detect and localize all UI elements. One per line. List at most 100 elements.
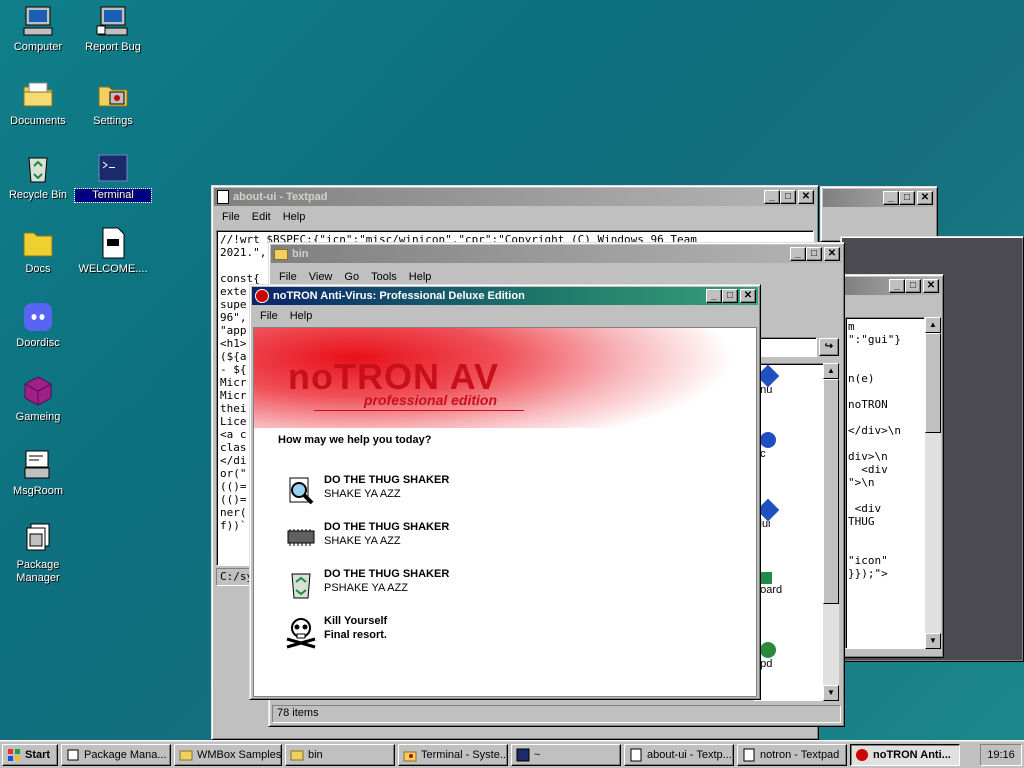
chip-icon [287,529,315,546]
recycle-bin-icon [21,152,55,186]
menu-help[interactable]: Help [403,271,438,283]
maximize-button[interactable]: □ [722,289,738,303]
scroll-down-button[interactable]: ▼ [823,685,839,701]
desktop-icon-docs[interactable]: Docs [0,226,76,276]
option-thug-shaker-1[interactable]: DO THE THUG SHAKER SHAKE YA AZZ [284,474,449,508]
minimize-button[interactable]: _ [764,190,780,204]
clock[interactable]: 19:16 [987,749,1015,761]
desktop-icon-recycle-bin[interactable]: Recycle Bin [0,152,76,202]
option-thug-shaker-2[interactable]: DO THE THUG SHAKER SHAKE YA AZZ [284,521,449,555]
desktop-icon-settings[interactable]: Settings [75,78,151,128]
scroll-thumb[interactable] [925,333,941,433]
desktop-icon-report-bug[interactable]: Report Bug [75,4,151,54]
file-list-area[interactable]: enu nc clui board upd [753,363,825,701]
window-titlebar[interactable]: bin _ □ ✕ [271,245,842,263]
close-button[interactable]: ✕ [824,247,840,261]
close-button[interactable]: ✕ [798,190,814,204]
maximize-button[interactable]: □ [899,191,915,205]
task-wmbox-samples[interactable]: WMBox Samples [174,743,282,766]
menu-file[interactable]: File [273,271,303,283]
option-text: DO THE THUG SHAKER SHAKE YA AZZ [324,474,449,500]
menu-tools[interactable]: Tools [365,271,403,283]
scroll-up-button[interactable]: ▲ [925,317,941,333]
maximize-button[interactable]: □ [806,247,822,261]
task-notron-textpad[interactable]: notron - Textpad [737,743,847,766]
desktop-icon-label: Settings [93,115,133,127]
start-button[interactable]: Start [2,743,58,766]
option-kill[interactable]: Kill Yourself Final resort. [284,615,387,649]
option-title: DO THE THUG SHAKER [324,568,450,580]
maximize-button[interactable]: □ [780,190,796,204]
menu-help[interactable]: Help [277,211,312,223]
desktop-icon-package-manager[interactable]: Package Manager [0,522,76,585]
go-button[interactable]: ↪ [819,338,839,356]
task-notron-av[interactable]: noTRON Anti... [850,743,960,766]
task-terminal-system[interactable]: Terminal - Syste... [398,743,508,766]
close-button[interactable]: ✕ [917,191,933,205]
window-title: noTRON Anti-Virus: Professional Deluxe E… [273,290,525,302]
stop-hand-icon [255,289,269,303]
edition-underline [314,410,524,411]
menu-edit[interactable]: Edit [246,211,277,223]
app-icon [760,572,772,584]
scroll-up-button[interactable]: ▲ [823,363,839,379]
task-package-manager[interactable]: Package Mana... [61,743,171,766]
task-label: Terminal - Syste... [421,748,508,761]
task-bin[interactable]: bin [285,743,395,766]
desktop-icon-documents[interactable]: Documents [0,78,76,128]
menu-view[interactable]: View [303,271,339,283]
desktop-icon-label: Recycle Bin [8,189,68,201]
desktop-icon-doordisc[interactable]: Doordisc [0,300,76,350]
package-icon [21,522,55,556]
package-icon [67,749,79,760]
code-window[interactable]: _ □ ✕ m ":"gui"} n(e) noTRON </div>\n div… [842,274,944,658]
desktop-icon-msgroom[interactable]: MsgRoom [0,448,76,498]
close-button[interactable]: ✕ [923,279,939,293]
window-titlebar[interactable]: about-ui - Textpad _ □ ✕ [214,188,816,206]
vertical-scrollbar[interactable]: ▲ ▼ [925,317,941,649]
vertical-scrollbar[interactable]: ▲ ▼ [823,363,839,701]
scroll-down-button[interactable]: ▼ [925,633,941,649]
minimize-button[interactable]: _ [889,279,905,293]
menu-file[interactable]: File [216,211,246,223]
folder-icon [274,248,288,260]
maximize-button[interactable]: □ [905,279,921,293]
menu-help[interactable]: Help [284,310,319,322]
window-titlebar[interactable]: noTRON Anti-Virus: Professional Deluxe E… [252,287,758,305]
textpad-icon [630,748,642,761]
window-titlebar[interactable]: _ □ ✕ [845,277,941,295]
back-window-top[interactable]: _ □ ✕ [820,186,938,242]
window-controls: _ □ ✕ [889,279,941,293]
menu-file[interactable]: File [254,310,284,322]
discord-icon [21,300,55,334]
msgroom-icon [21,448,55,482]
desktop-icon-computer[interactable]: Computer [0,4,76,54]
task-label: WMBox Samples [197,748,282,761]
folder-icon [290,750,304,760]
scroll-thumb[interactable] [823,379,839,604]
textpad-icon [217,190,229,204]
task-about-ui[interactable]: about-ui - Textp... [624,743,734,766]
task-terminal[interactable]: ~ [511,743,621,766]
folder-icon [21,78,55,112]
status-bar: 78 items [272,705,841,723]
desktop-icon-terminal[interactable]: Terminal [74,152,152,203]
window-title: bin [292,248,309,260]
minimize-button[interactable]: _ [883,191,899,205]
skull-icon [286,618,316,649]
minimize-button[interactable]: _ [706,289,722,303]
desktop-icon-welcome[interactable]: WELCOME.... [75,226,151,276]
desktop-icon-gameing[interactable]: Gameing [0,374,76,424]
code-editor-area[interactable]: m ":"gui"} n(e) noTRON </div>\n div>\n <d… [845,317,925,649]
window-titlebar[interactable]: _ □ ✕ [823,189,935,207]
menubar: File Edit Help [212,208,818,226]
terminal-icon [516,748,530,761]
code-line: div>\n [848,450,888,463]
close-button[interactable]: ✕ [740,289,756,303]
minimize-button[interactable]: _ [790,247,806,261]
option-thug-shaker-3[interactable]: DO THE THUG SHAKER PSHAKE YA AZZ [284,568,449,602]
antivirus-window[interactable]: noTRON Anti-Virus: Professional Deluxe E… [249,284,761,700]
menu-go[interactable]: Go [338,271,365,283]
